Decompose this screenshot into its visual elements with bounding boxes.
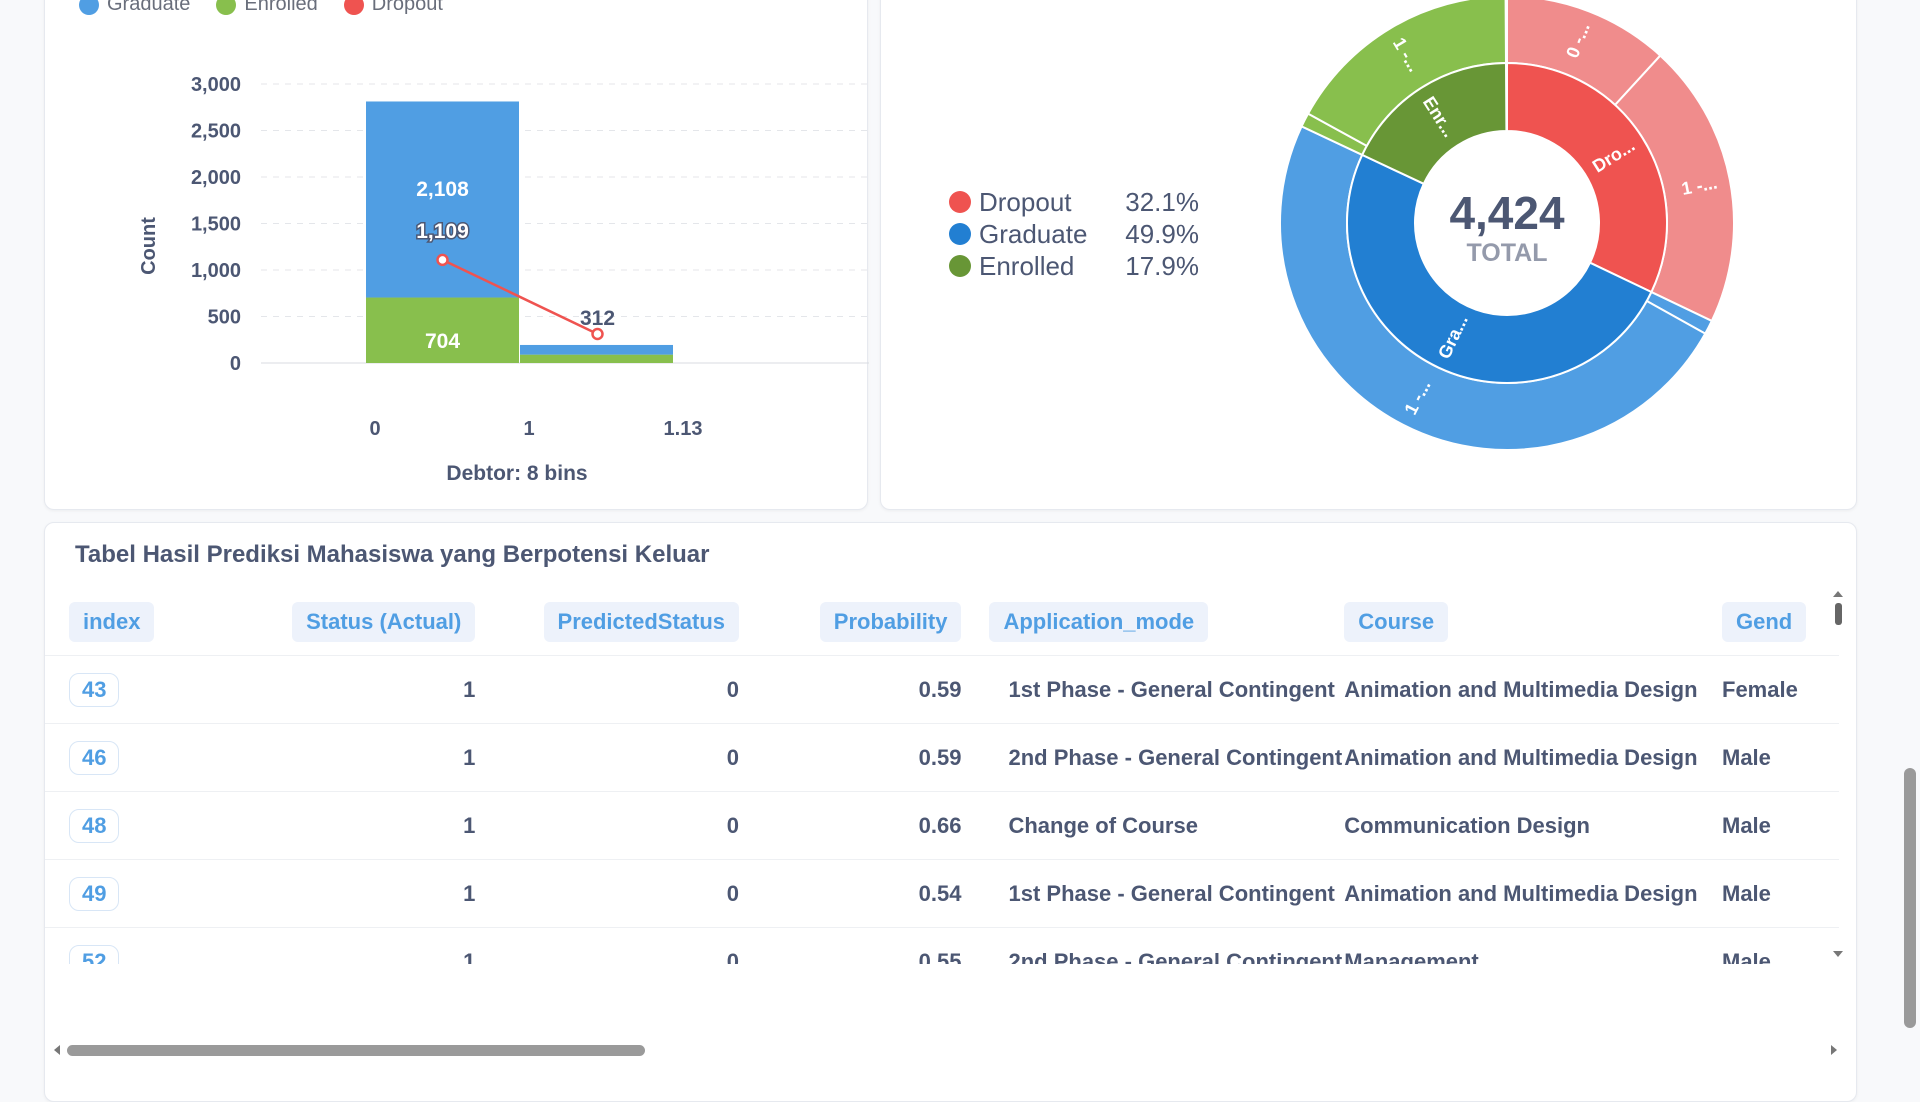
table-cell: 0.66 xyxy=(739,791,962,860)
horizontal-scroll-thumb[interactable] xyxy=(67,1045,645,1056)
table-row[interactable]: 49 1 0 0.54 1st Phase - General Contingent An… xyxy=(45,859,1839,928)
sunburst-card: Dropout 32.1% Graduate 49.9% Enrolled 17… xyxy=(880,0,1857,510)
table-cell: 2nd Phase - General Contingent xyxy=(961,927,1345,964)
table-cell: 43 xyxy=(45,655,247,724)
prediction-table: index Status (Actual) PredictedStatus Pr… xyxy=(45,589,1839,964)
col-header-label: Course xyxy=(1344,602,1449,642)
bar-graduate xyxy=(520,344,673,355)
data-label-dropout: 1,109 xyxy=(416,220,469,243)
table-cell: 0 xyxy=(475,723,740,792)
col-header-status-actual[interactable]: Status (Actual) xyxy=(246,589,476,656)
table-scroll-area[interactable]: index Status (Actual) PredictedStatus Pr… xyxy=(45,589,1839,964)
table-cell: Animation and Multimedia Design xyxy=(1344,859,1722,928)
table-cell: 49 xyxy=(45,859,247,928)
table-cell: Male xyxy=(1722,927,1839,964)
y-tick-label: 2,000 xyxy=(191,167,241,189)
table-cell: 0.59 xyxy=(739,655,962,724)
table-cell: 1 xyxy=(246,723,476,792)
table-row[interactable]: 48 1 0 0.66 Change of Course Communication De… xyxy=(45,791,1839,860)
table-cell: 0 xyxy=(475,859,740,928)
x-tick-label: 1.13 xyxy=(664,418,703,440)
histogram-chart: 0 500 1,000 1,500 2,000 2,500 3,000 2,108 704 1,… xyxy=(138,74,869,485)
col-header-application-mode[interactable]: Application_mode xyxy=(961,589,1344,656)
table-cell: Change of Course xyxy=(961,791,1345,860)
y-tick-label: 2,500 xyxy=(191,121,241,143)
table-cell: Animation and Multimedia Design xyxy=(1344,655,1722,724)
table-cell: Male xyxy=(1722,723,1839,792)
table-cell: 48 xyxy=(45,791,247,860)
table-cell: 52 xyxy=(45,927,247,964)
table-cell: Communication Design xyxy=(1344,791,1722,860)
table-cell: Female xyxy=(1722,655,1839,724)
col-header-probability[interactable]: Probability xyxy=(739,589,962,656)
table-cell: Management xyxy=(1344,927,1722,964)
col-header-label: PredictedStatus xyxy=(543,602,740,642)
table-cell: 1st Phase - General Contingent xyxy=(961,655,1345,724)
sunburst-total-label: TOTAL xyxy=(1466,239,1547,267)
y-tick-label: 0 xyxy=(230,353,241,375)
table-vertical-scrollbar[interactable] xyxy=(1832,589,1844,959)
table-cell: 46 xyxy=(45,723,247,792)
dropout-point xyxy=(436,253,449,267)
table-cell: 1 xyxy=(246,859,476,928)
prediction-table-card: Tabel Hasil Prediksi Mahasiswa yang Berp… xyxy=(44,522,1857,1102)
x-tick-label: 1 xyxy=(523,418,534,440)
table-cell: 0.59 xyxy=(739,723,962,792)
x-axis-label: Debtor: 8 bins xyxy=(446,462,587,485)
table-cell: 0.54 xyxy=(739,859,962,928)
y-tick-label: 500 xyxy=(208,307,241,329)
table-cell: Animation and Multimedia Design xyxy=(1344,723,1722,792)
col-header-label: Status (Actual) xyxy=(292,602,476,642)
x-tick-label: 0 xyxy=(369,418,380,440)
y-axis-label: Count xyxy=(138,217,160,275)
row-index-link[interactable]: 52 xyxy=(69,944,120,964)
row-index-link[interactable]: 46 xyxy=(69,740,120,775)
col-header-index[interactable]: index xyxy=(45,589,246,656)
table-cell: 1 xyxy=(246,791,476,860)
table-cell: 1 xyxy=(246,927,476,964)
table-cell: 0 xyxy=(475,655,740,724)
row-index-link[interactable]: 43 xyxy=(69,672,120,707)
col-header-label: Gend xyxy=(1722,602,1807,642)
table-cell: 0.55 xyxy=(739,927,962,964)
col-header-predicted-status[interactable]: PredictedStatus xyxy=(475,589,740,656)
table-row[interactable]: 46 1 0 0.59 2nd Phase - General Contingent An… xyxy=(45,723,1839,792)
table-cell: Male xyxy=(1722,791,1839,860)
col-header-gender[interactable]: Gend xyxy=(1722,589,1839,656)
table-title: Tabel Hasil Prediksi Mahasiswa yang Berp… xyxy=(75,541,710,568)
row-index-link[interactable]: 48 xyxy=(69,808,120,843)
data-label-graduate: 2,108 xyxy=(416,178,469,201)
table-row[interactable]: 52 1 0 0.55 2nd Phase - General Contingent Ma… xyxy=(45,927,1839,964)
row-index-link[interactable]: 49 xyxy=(69,876,120,911)
col-header-label: Probability xyxy=(819,602,962,642)
y-tick-label: 1,000 xyxy=(191,260,241,282)
table-row[interactable]: 43 1 0 0.59 1st Phase - General Contingent An… xyxy=(45,655,1839,724)
data-label-dropout: 312 xyxy=(580,307,615,330)
col-header-label: index xyxy=(69,602,155,642)
table-cell: 1st Phase - General Contingent xyxy=(961,859,1345,928)
page-vertical-scrollbar[interactable] xyxy=(1904,768,1916,1028)
y-tick-label: 1,500 xyxy=(191,214,241,236)
table-cell: Male xyxy=(1722,859,1839,928)
table-cell: 1 xyxy=(246,655,476,724)
col-header-label: Application_mode xyxy=(989,602,1209,642)
sunburst-chart: 0 -...1 -...1 -...1 -...Dro...Gra...Enr.… xyxy=(1278,0,1735,451)
histogram-card: Graduate Enrolled Dropout 0 500 1,000 1,500… xyxy=(44,0,869,510)
dropout-point xyxy=(591,327,604,341)
col-header-course[interactable]: Course xyxy=(1344,589,1722,656)
bar-enrolled xyxy=(520,354,673,363)
table-cell: 0 xyxy=(475,927,740,964)
table-header-row: index Status (Actual) PredictedStatus Pr… xyxy=(45,589,1839,656)
data-label-enrolled: 704 xyxy=(425,330,460,353)
y-tick-label: 3,000 xyxy=(191,74,241,96)
table-cell: 0 xyxy=(475,791,740,860)
sunburst-total-value: 4,424 xyxy=(1449,187,1565,239)
table-cell: 2nd Phase - General Contingent xyxy=(961,723,1345,792)
